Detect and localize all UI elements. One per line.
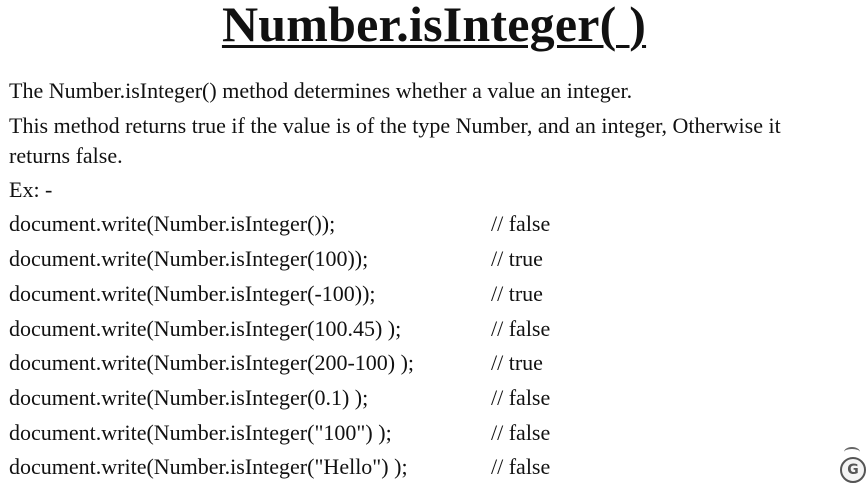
example-row: document.write(Number.isInteger(-100)); … xyxy=(9,277,868,311)
example-result: // false xyxy=(491,316,551,341)
example-result: // false xyxy=(491,211,551,236)
example-row: document.write(Number.isInteger(200-100)… xyxy=(9,346,868,380)
example-row: document.write(Number.isInteger(100.45) … xyxy=(9,312,868,346)
description-line-3: returns false. xyxy=(9,143,123,168)
description-line-2: This method returns true if the value is… xyxy=(9,113,781,138)
example-code: document.write(Number.isInteger(100.45) … xyxy=(9,316,402,341)
example-result: // false xyxy=(491,454,551,479)
example-code: document.write(Number.isInteger(200-100)… xyxy=(9,350,415,375)
example-result: // false xyxy=(491,385,551,410)
logo-tuft-icon xyxy=(844,447,860,457)
example-row: document.write(Number.isInteger(0.1) ); … xyxy=(9,381,868,415)
example-row: document.write(Number.isInteger(100)); /… xyxy=(9,242,868,276)
example-result: // false xyxy=(491,420,551,445)
slide-title: Number.isInteger( ) xyxy=(221,0,647,52)
example-result: // true xyxy=(491,281,543,306)
example-result: // true xyxy=(491,350,543,375)
example-code: document.write(Number.isInteger("Hello")… xyxy=(9,454,408,479)
example-code: document.write(Number.isInteger(100)); xyxy=(9,246,369,271)
example-code: document.write(Number.isInteger(0.1) ); xyxy=(9,385,369,410)
example-label: Ex: - xyxy=(9,177,53,202)
example-row: document.write(Number.isInteger("Hello")… xyxy=(9,450,868,484)
example-row: document.write(Number.isInteger("100") )… xyxy=(9,416,868,450)
example-code: document.write(Number.isInteger(-100)); xyxy=(9,281,376,306)
description-line-1: The Number.isInteger() method determines… xyxy=(9,78,633,103)
example-code: document.write(Number.isInteger("100") )… xyxy=(9,420,392,445)
channel-logo-icon: G xyxy=(840,457,866,483)
example-result: // true xyxy=(491,246,543,271)
example-code: document.write(Number.isInteger()); xyxy=(9,211,336,236)
example-row: document.write(Number.isInteger()); // f… xyxy=(9,207,868,241)
